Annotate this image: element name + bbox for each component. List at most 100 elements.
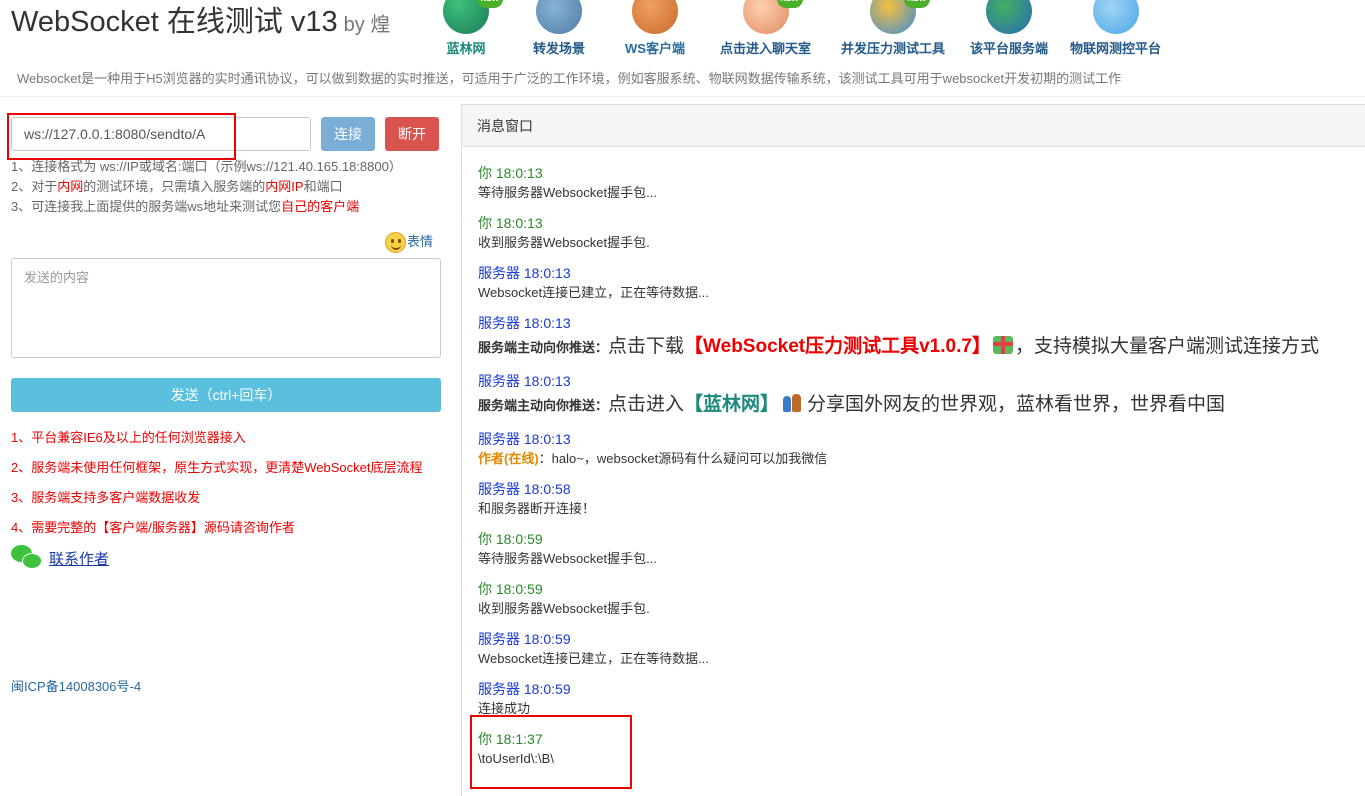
chat-people-icon: NEW [742,0,803,34]
feature-item: 3、服务端支持多客户端数据收发 [11,490,201,505]
message-text: \toUserId\:\B\ [478,751,554,766]
new-badge: NEW [477,0,503,8]
message-text: 服务端主动向你推送：点击下载【WebSocket压力测试工具v1.0.7】 ，支持… [478,333,1319,362]
tip-text: 的测试环境，只需填入服务端的 [83,179,266,194]
tip-text: 2、对于 [11,179,58,194]
push-text: ，支持模拟大量客户端测试连接方式 [1014,336,1319,357]
page-description: Websocket是一种用于H5浏览器的实时通讯协议，可以做到数据的实时推送，可… [17,71,1122,86]
tip-text: 3、可连接我上面提供的服务端ws地址来测试您 [11,199,282,214]
message-text: 等待服务器Websocket握手包... [478,551,657,566]
header-divider [0,96,1365,97]
message-meta: 服务器 18:0:13 [478,431,571,447]
message-text: 服务端主动向你推送：点击进入【蓝林网】 分享国外网友的世界观，蓝林看世界，世界看中… [478,391,1225,420]
send-content-textarea[interactable] [11,258,441,358]
message-item: 你 18:0:13 收到服务器Websocket握手包. [478,213,650,253]
feature-item: 1、平台兼容IE6及以上的任何浏览器接入 [11,430,246,445]
message-item: 服务器 18:0:13 作者(在线)：halo~，websocket源码有什么疑… [478,429,827,469]
message-text: 收到服务器Websocket握手包. [478,601,650,616]
message-item: 服务器 18:0:59 Websocket连接已建立，正在等待数据... [478,629,709,669]
tip-line-2: 2、对于内网的测试环境，只需填入服务端的内网IP和端口 [11,177,402,197]
server-globe-icon [986,0,1032,34]
message-meta: 你 18:1:37 [478,731,543,747]
emoji-button[interactable]: 表情 [385,231,434,254]
message-item: 你 18:0:59 等待服务器Websocket握手包... [478,529,657,569]
lanlin-link[interactable]: 【蓝林网】 [684,394,779,415]
contact-author-link[interactable]: 联系作者 [49,551,109,568]
push-text: 分享国外网友的世界观，蓝林看世界，世界看中国 [807,394,1226,415]
nav-item-lanlin[interactable]: NEW 蓝林网 [443,0,503,57]
nav-item-stress-tool[interactable]: NEW 并发压力测试工具 [841,0,945,57]
nav-label: 该平台服务端 [970,41,1049,56]
message-meta: 你 18:0:59 [478,531,543,547]
message-text: 等待服务器Websocket握手包... [478,185,657,200]
nav-item-server[interactable]: 该平台服务端 [970,0,1048,57]
smiley-icon [385,232,406,254]
tip-line-1: 1、连接格式为 ws://IP或域名:端口（示例ws://121.40.165.… [11,159,402,174]
download-stress-tool-link[interactable]: 【WebSocket压力测试工具v1.0.7】 [684,336,991,357]
message-text: Websocket连接已建立，正在等待数据... [478,285,709,300]
nav-label: 蓝林网 [446,41,486,56]
push-prefix: 服务端主动向你推送： [478,398,609,413]
message-meta: 你 18:0:13 [478,165,543,181]
ws-url-input[interactable] [11,117,311,151]
emoji-label: 表情 [407,234,434,249]
top-nav: NEW 蓝林网 转发场景 WS客户端 NEW 点击进入聊天室 NEW 并发压力测… [0,0,1365,58]
message-panel-title: 消息窗口 [462,105,1365,147]
tip-text: 和端口 [303,179,343,194]
author-text: ：halo~，websocket源码有什么疑问可以加我微信 [538,451,828,466]
push-text: 点击下载 [608,336,685,357]
push-text: 点击进入 [608,394,685,415]
cloud-icon [1092,0,1139,34]
nav-label: 物联网测控平台 [1070,41,1162,56]
wechat-icon [11,545,43,571]
message-meta: 服务器 18:0:59 [478,631,571,647]
connect-button[interactable]: 连接 [321,117,375,151]
message-item: 你 18:0:59 收到服务器Websocket握手包. [478,579,650,619]
connection-tips: 1、连接格式为 ws://IP或域名:端口（示例ws://121.40.165.… [11,157,402,217]
tip-highlight: 自己的客户端 [281,199,360,214]
message-text: 作者(在线)：halo~，websocket源码有什么疑问可以加我微信 [478,449,827,469]
nav-label: 并发压力测试工具 [841,41,946,56]
people-icon [782,392,804,414]
feature-list: 1、平台兼容IE6及以上的任何浏览器接入 2、服务端未使用任何框架，原生方式实现… [11,428,422,548]
message-text: 和服务器断开连接！ [478,501,596,516]
contact-author: 联系作者 [11,545,109,571]
globe-icon: NEW [443,0,503,34]
message-item: 服务器 18:0:13 服务端主动向你推送：点击进入【蓝林网】 分享国外网友的世界… [478,371,1225,420]
message-meta: 你 18:0:13 [478,215,543,231]
message-meta: 你 18:0:59 [478,581,543,597]
message-meta: 服务器 18:0:59 [478,681,571,697]
nav-item-chatroom[interactable]: NEW 点击进入聊天室 [720,0,811,57]
message-item: 你 18:0:13 等待服务器Websocket握手包... [478,163,657,203]
push-prefix: 服务端主动向你推送： [478,340,609,355]
disconnect-button[interactable]: 断开 [385,117,439,151]
tip-line-3: 3、可连接我上面提供的服务端ws地址来测试您自己的客户端 [11,197,402,217]
nav-label: 转发场景 [533,41,586,56]
antenna-icon [536,0,582,34]
message-text: 连接成功 [478,701,531,716]
tip-highlight: 内网 [57,179,84,194]
message-item: 服务器 18:0:13 服务端主动向你推送：点击下载【WebSocket压力测试… [478,313,1319,362]
message-item: 服务器 18:0:13 Websocket连接已建立，正在等待数据... [478,263,709,303]
nav-item-forward[interactable]: 转发场景 [533,0,585,57]
message-panel: 消息窗口 你 18:0:13 等待服务器Websocket握手包... 你 18… [461,104,1365,796]
message-text: 收到服务器Websocket握手包. [478,235,650,250]
message-item: 你 18:1:37 \toUserId\:\B\ [478,729,554,769]
send-button[interactable]: 发送（ctrl+回车） [11,378,441,412]
message-meta: 服务器 18:0:13 [478,315,571,331]
author-label: 作者(在线) [478,451,539,466]
nav-label: 点击进入聊天室 [720,41,812,56]
message-item: 服务器 18:0:58 和服务器断开连接！ [478,479,595,519]
nav-item-iot[interactable]: 物联网测控平台 [1070,0,1161,57]
message-meta: 服务器 18:0:13 [478,265,571,281]
nav-label: WS客户端 [625,41,685,56]
feature-item: 4、需要完整的【客户端/服务器】源码请咨询作者 [11,520,295,535]
nav-item-ws-client[interactable]: WS客户端 [625,0,685,57]
message-text: Websocket连接已建立，正在等待数据... [478,651,709,666]
tip-highlight: 内网IP [265,179,304,194]
message-meta: 服务器 18:0:13 [478,373,571,389]
icp-link[interactable]: 闽ICP备14008306号-4 [11,676,141,695]
new-badge: NEW [904,0,930,8]
gift-icon [992,336,1013,354]
phone-icon [631,0,678,34]
